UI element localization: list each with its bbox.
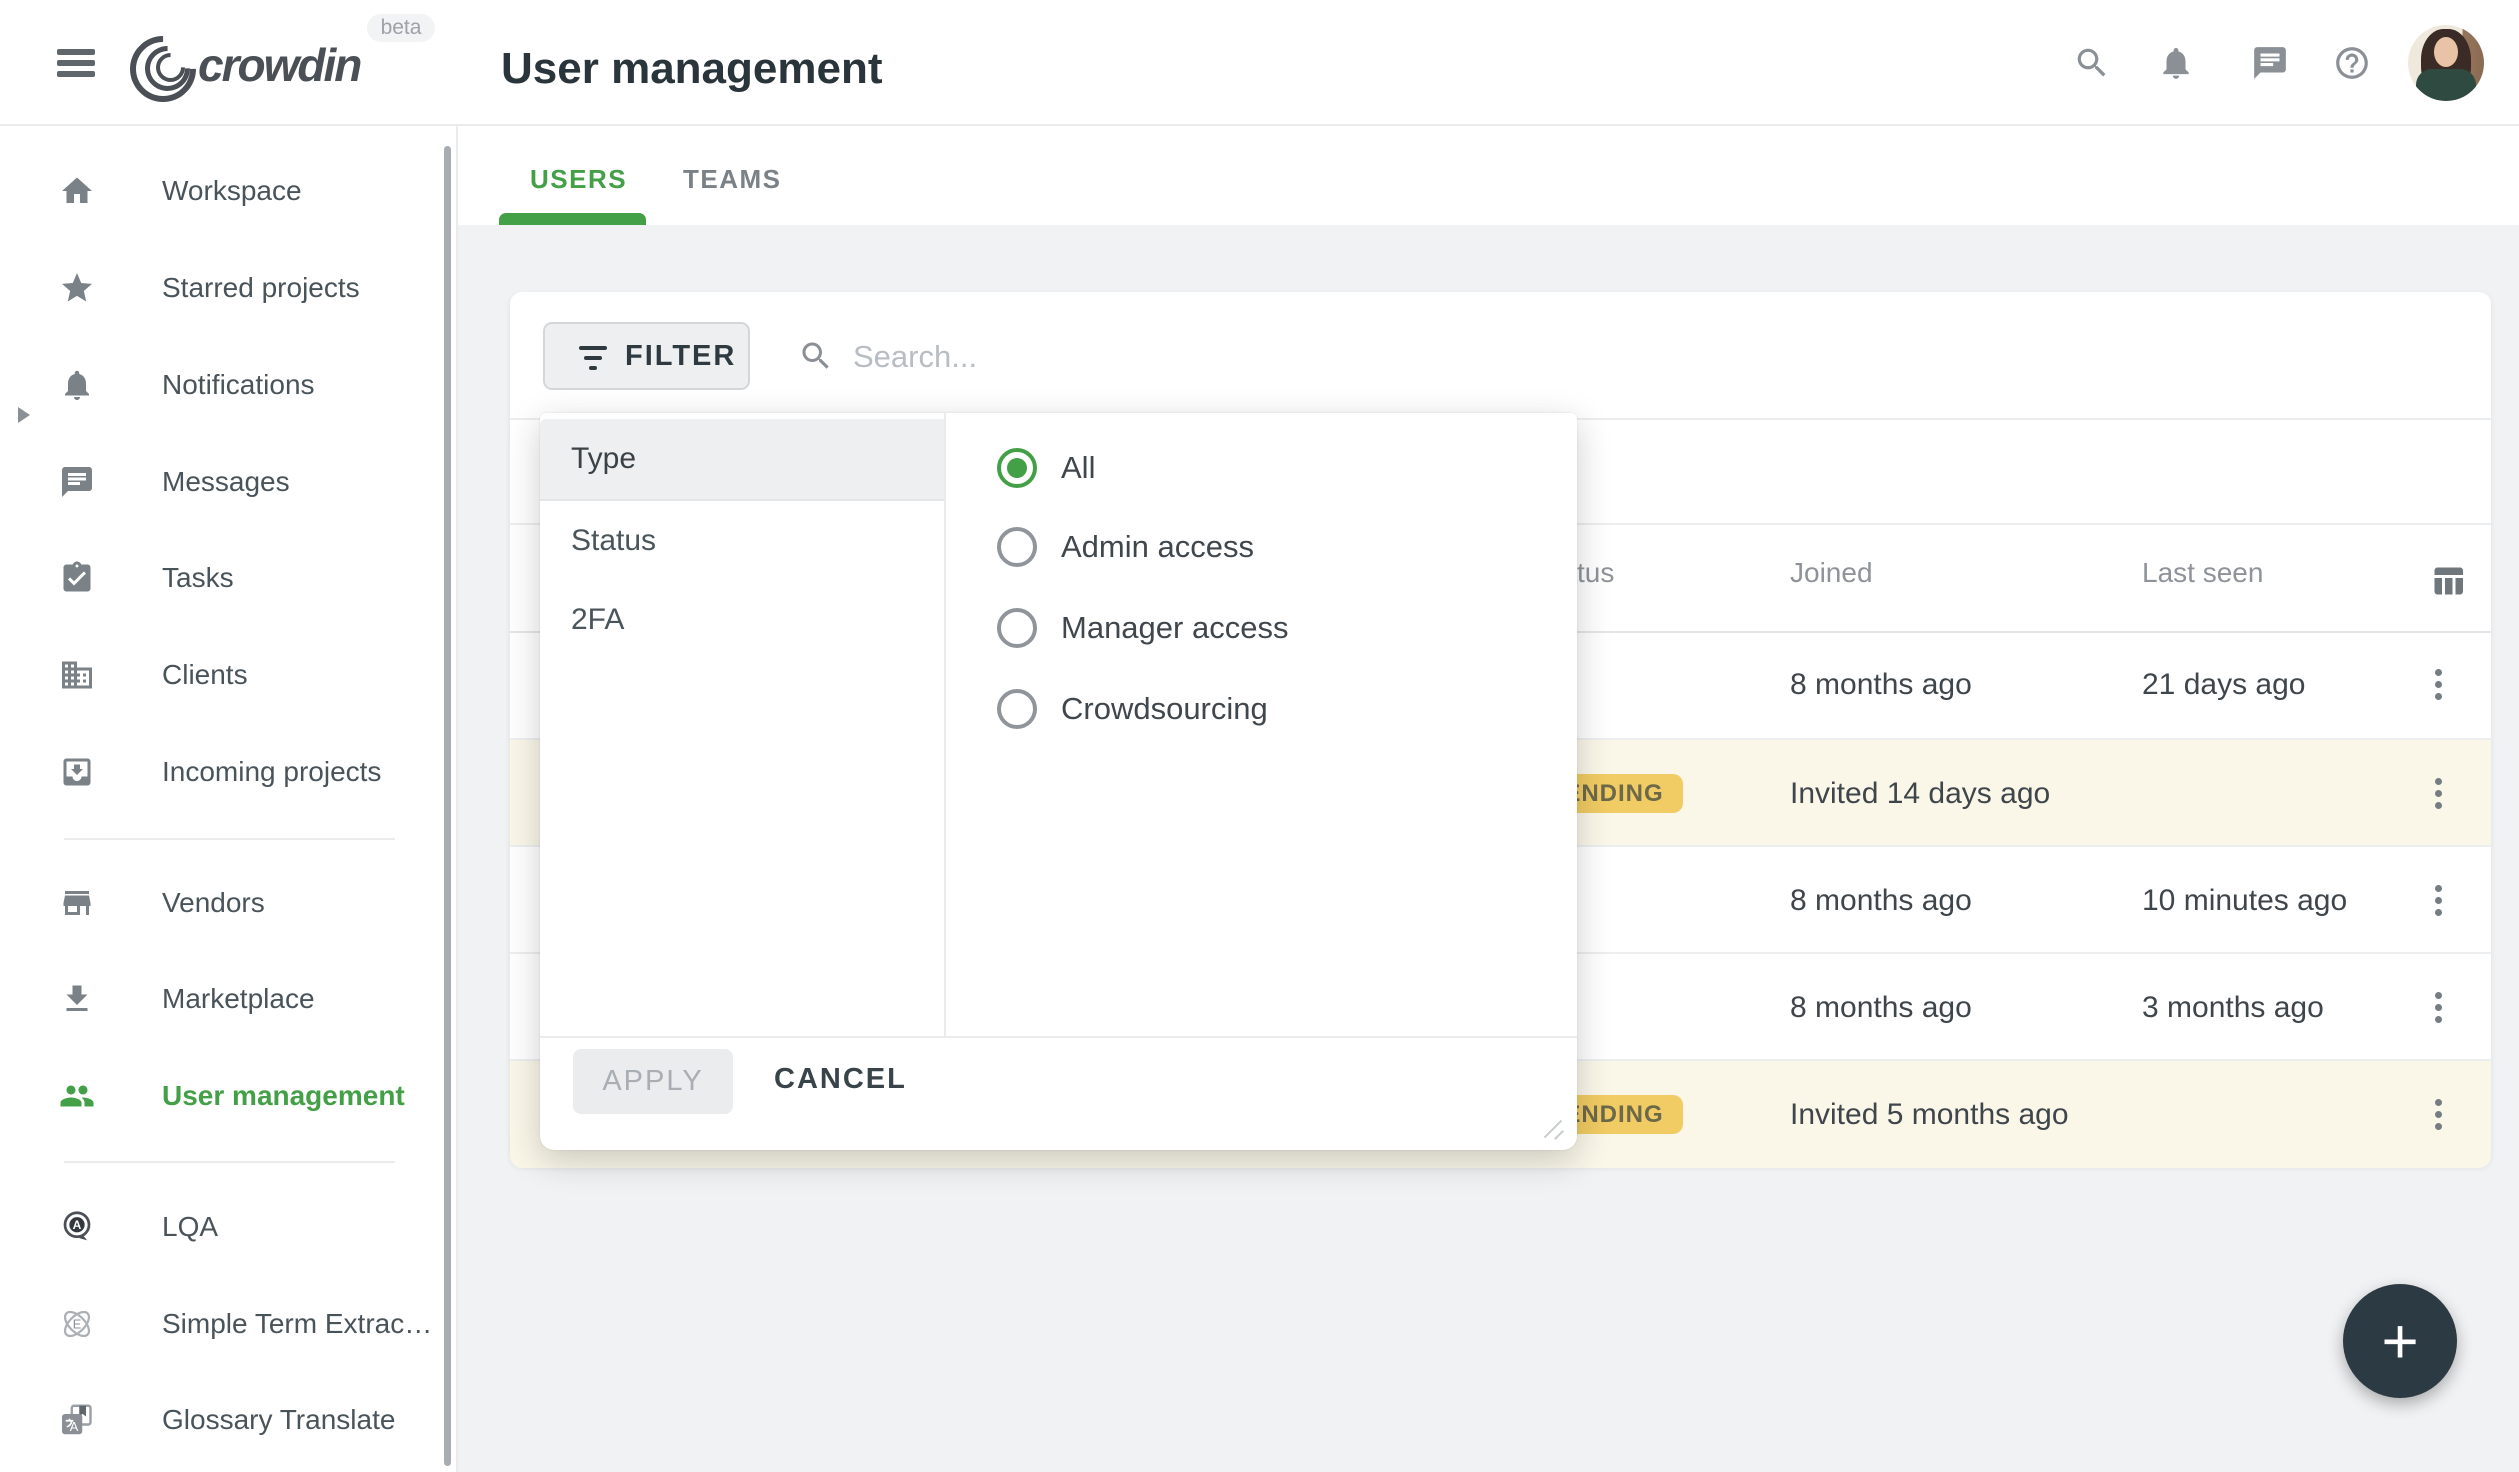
storefront-icon xyxy=(59,885,95,921)
star-icon xyxy=(59,270,95,306)
panel-column-divider xyxy=(944,413,946,1036)
avatar-body xyxy=(2416,69,2476,101)
columns-settings-icon[interactable] xyxy=(2430,563,2466,599)
last-seen-cell: 10 minutes ago xyxy=(2142,847,2347,954)
translate-icon: A xyxy=(59,1402,95,1438)
sidebar-item-vendors[interactable]: Vendors xyxy=(0,871,456,935)
lqa-icon: A xyxy=(59,1209,95,1245)
sidebar-item-simple-term-extractor[interactable]: E Simple Term Extrac… xyxy=(0,1292,456,1356)
sidebar: Workspace Starred projects Notifications… xyxy=(0,126,458,1472)
sidebar-item-notifications[interactable]: Notifications xyxy=(0,353,456,417)
people-icon xyxy=(59,1078,95,1114)
sidebar-item-starred-projects[interactable]: Starred projects xyxy=(0,256,456,320)
radio-icon xyxy=(997,608,1037,648)
filter-button[interactable]: FILTER xyxy=(543,322,750,390)
radio-option-all[interactable]: All xyxy=(973,428,1553,508)
cancel-button[interactable]: CANCEL xyxy=(774,1063,907,1096)
filter-dropdown-panel: Type Status 2FA All Admin access Manager… xyxy=(540,413,1577,1150)
search-icon[interactable] xyxy=(2070,41,2114,85)
sidebar-divider xyxy=(64,838,395,840)
radio-option-manager-access[interactable]: Manager access xyxy=(973,588,1553,668)
column-header-last-seen[interactable]: Last seen xyxy=(2142,557,2263,589)
row-menu-icon[interactable] xyxy=(2416,1092,2460,1136)
messages-icon[interactable] xyxy=(2248,41,2292,85)
sidebar-item-marketplace[interactable]: Marketplace xyxy=(0,967,456,1031)
radio-selected-icon xyxy=(997,448,1037,488)
notifications-icon[interactable] xyxy=(2154,41,2198,85)
beta-badge: beta xyxy=(367,14,435,42)
sidebar-item-tasks[interactable]: Tasks xyxy=(0,546,456,610)
building-icon xyxy=(59,657,95,693)
sidebar-item-lqa[interactable]: A LQA xyxy=(0,1195,456,1259)
last-seen-cell: 3 months ago xyxy=(2142,954,2324,1061)
sidebar-item-messages[interactable]: Messages xyxy=(0,450,456,514)
row-menu-icon[interactable] xyxy=(2416,771,2460,815)
last-seen-cell: 21 days ago xyxy=(2142,631,2305,738)
home-icon xyxy=(59,173,95,209)
svg-text:E: E xyxy=(73,1317,82,1332)
column-header-joined[interactable]: Joined xyxy=(1790,557,1873,589)
joined-cell: 8 months ago xyxy=(1790,631,1972,738)
inbox-icon xyxy=(59,754,95,790)
active-tab-indicator xyxy=(499,213,646,225)
message-icon xyxy=(59,464,95,500)
tab-strip: USERS TEAMS xyxy=(458,126,2519,225)
sidebar-divider xyxy=(64,1161,395,1163)
tab-users[interactable]: USERS xyxy=(530,164,627,195)
filter-category-2fa[interactable]: 2FA xyxy=(540,580,944,660)
sidebar-item-clients[interactable]: Clients xyxy=(0,643,456,707)
resize-handle-icon[interactable] xyxy=(1541,1116,1567,1142)
sidebar-item-workspace[interactable]: Workspace xyxy=(0,159,456,223)
filter-category-status[interactable]: Status xyxy=(540,501,944,581)
search-icon xyxy=(798,338,834,374)
panel-footer-divider xyxy=(540,1036,1577,1038)
tab-teams[interactable]: TEAMS xyxy=(683,164,782,195)
row-menu-icon[interactable] xyxy=(2416,985,2460,1029)
row-menu-icon[interactable] xyxy=(2416,878,2460,922)
top-bar: crowdin beta User management xyxy=(0,0,2519,126)
radio-option-crowdsourcing[interactable]: Crowdsourcing xyxy=(973,669,1553,749)
joined-cell: Invited 14 days ago xyxy=(1790,740,2050,847)
sidebar-item-glossary-translate[interactable]: A Glossary Translate xyxy=(0,1388,456,1452)
sidebar-scrollbar[interactable] xyxy=(444,146,451,1466)
avatar[interactable] xyxy=(2408,25,2484,101)
svg-text:A: A xyxy=(73,1218,82,1232)
avatar-face xyxy=(2434,37,2458,67)
radio-icon xyxy=(997,527,1037,567)
joined-cell: 8 months ago xyxy=(1790,954,1972,1061)
menu-icon[interactable] xyxy=(57,49,95,82)
task-icon xyxy=(59,560,95,596)
page-title: User management xyxy=(501,44,882,94)
joined-cell: Invited 5 months ago xyxy=(1790,1061,2069,1168)
sidebar-item-incoming-projects[interactable]: Incoming projects xyxy=(0,740,456,804)
radio-icon xyxy=(997,689,1037,729)
joined-cell: 8 months ago xyxy=(1790,847,1972,954)
add-user-fab[interactable]: + xyxy=(2343,1284,2457,1398)
sidebar-item-user-management[interactable]: User management xyxy=(0,1064,456,1128)
filter-icon xyxy=(579,346,607,376)
crowdin-logo[interactable]: crowdin xyxy=(198,38,360,92)
download-icon xyxy=(59,981,95,1017)
atom-icon: E xyxy=(59,1306,95,1342)
filter-category-type[interactable]: Type xyxy=(540,419,944,501)
help-icon[interactable] xyxy=(2330,41,2374,85)
row-menu-icon[interactable] xyxy=(2416,662,2460,706)
radio-option-admin-access[interactable]: Admin access xyxy=(973,507,1553,587)
app-root: crowdin beta User management Workspace xyxy=(0,0,2519,1472)
bell-icon xyxy=(59,367,95,403)
search-input[interactable] xyxy=(851,330,1455,384)
apply-button[interactable]: APPLY xyxy=(573,1049,733,1114)
